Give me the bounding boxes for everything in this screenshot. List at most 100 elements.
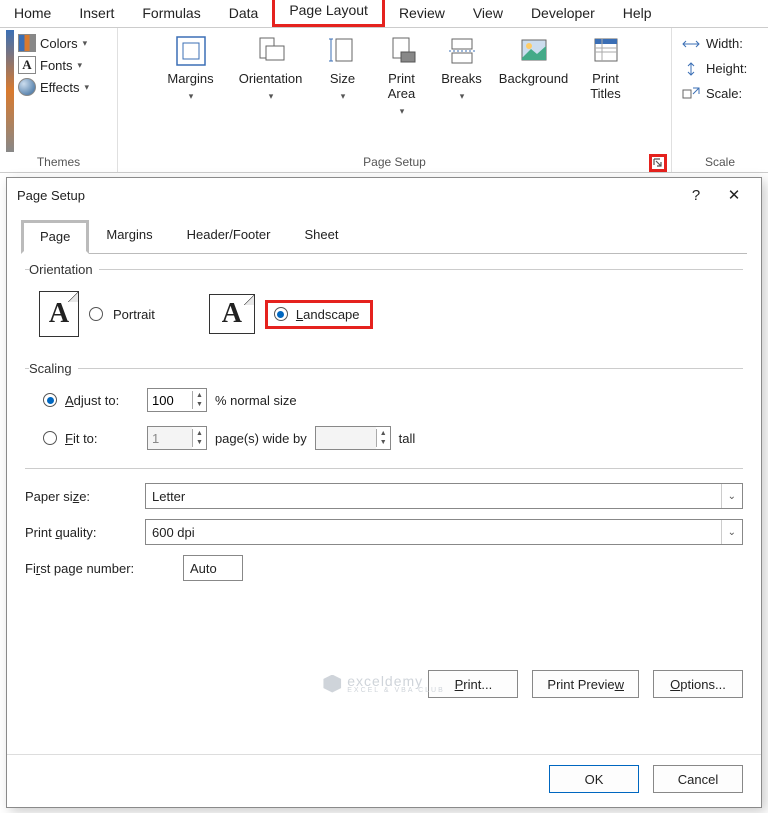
spinner-down-icon[interactable]: ▼ [193,400,206,409]
group-page-setup: Margins▾ Orientation▾ Size▾ Print Area▾ … [118,28,672,172]
chevron-down-icon: ▾ [460,91,465,102]
scaling-legend: Scaling [29,361,78,376]
group-themes: Colors▾ AFonts▾ Effects▾ Themes [0,28,118,172]
print-preview-button[interactable]: Print Preview [532,670,639,698]
fit-wide-spinner[interactable]: ▲▼ [147,426,207,450]
chevron-down-icon: ▾ [83,38,88,49]
scale-height-label: Height: [706,61,747,76]
print-quality-row: Print quality: 600 dpi ⌄ [25,519,743,545]
orientation-section: Orientation A Portrait A Landscape [25,262,743,347]
dialog-launcher-icon [652,157,664,169]
background-icon [517,34,551,68]
chevron-down-icon: ▾ [269,91,274,102]
chevron-down-icon: ▾ [189,91,194,102]
width-icon [682,37,700,51]
margins-icon [174,34,208,68]
breaks-icon [445,34,479,68]
orientation-icon [254,34,288,68]
dialog-tab-header-footer[interactable]: Header/Footer [170,220,288,254]
tab-home[interactable]: Home [0,1,65,27]
tab-review[interactable]: Review [385,1,459,27]
print-area-button[interactable]: Print Area▾ [373,30,431,117]
first-page-label: First page number: [25,561,173,576]
dialog-tab-sheet[interactable]: Sheet [287,220,355,254]
margins-button[interactable]: Margins▾ [155,30,227,102]
print-button[interactable]: Print... [428,670,518,698]
scale-width-row[interactable]: Width: [682,36,747,51]
scaling-section: Scaling Adjust to: ▲▼ % normal size Fit … [25,361,743,454]
adjust-to-radio[interactable] [43,393,57,407]
group-label-scale: Scale [705,155,735,169]
effects-button[interactable]: Effects▾ [18,78,89,96]
options-button[interactable]: Options... [653,670,743,698]
dialog-titlebar[interactable]: Page Setup ? ✕ [7,178,761,212]
landscape-radio[interactable] [274,307,288,321]
tab-data[interactable]: Data [215,1,273,27]
fit-wide-input[interactable] [148,427,192,449]
dialog-tabstrip: Page Margins Header/Footer Sheet [7,212,761,254]
ok-button[interactable]: OK [549,765,639,793]
colors-label: Colors [40,36,78,51]
background-button[interactable]: Background [493,30,575,87]
landscape-label: Landscape [296,307,360,322]
adjust-to-label: Adjust to: [65,393,139,408]
paper-size-select[interactable]: Letter ⌄ [145,483,743,509]
size-button[interactable]: Size▾ [315,30,371,102]
print-quality-value: 600 dpi [152,525,195,540]
fit-to-radio[interactable] [43,431,57,445]
dialog-tab-page[interactable]: Page [21,220,89,254]
print-quality-select[interactable]: 600 dpi ⌄ [145,519,743,545]
fit-tall-input[interactable] [316,427,376,449]
spinner-up-icon[interactable]: ▲ [193,429,206,438]
orientation-legend: Orientation [29,262,99,277]
chevron-down-icon: ▾ [85,82,90,93]
help-button[interactable]: ? [677,187,715,204]
colors-button[interactable]: Colors ▾ [18,34,89,52]
print-titles-button[interactable]: Print Titles [577,30,635,102]
chevron-down-icon: ⌄ [721,520,736,544]
chevron-down-icon: ▾ [400,106,405,117]
scale-height-row[interactable]: Height: [682,61,747,76]
fonts-button[interactable]: A Fonts ▾ [18,56,89,74]
size-label: Size [330,72,355,87]
print-quality-label: Print quality: [25,525,135,540]
close-button[interactable]: ✕ [715,186,753,204]
spinner-down-icon[interactable]: ▼ [193,438,206,447]
first-page-row: First page number: Auto [25,555,743,581]
scale-scale-row[interactable]: Scale: [682,86,747,101]
adjust-to-input[interactable] [148,389,192,411]
spinner-down-icon[interactable]: ▼ [377,438,390,447]
breaks-button[interactable]: Breaks ▾ [433,30,491,102]
cancel-button[interactable]: Cancel [653,765,743,793]
fonts-icon: A [18,56,36,74]
fonts-label: Fonts [40,58,73,73]
page-setup-launcher[interactable] [649,154,667,172]
spinner-up-icon[interactable]: ▲ [193,391,206,400]
first-page-input[interactable]: Auto [183,555,243,581]
tab-page-layout[interactable]: Page Layout [272,0,385,27]
portrait-radio[interactable] [89,307,103,321]
print-titles-label: Print Titles [590,72,621,102]
watermark: exceldemyEXCEL & VBA CLUB [323,673,445,694]
tab-view[interactable]: View [459,1,517,27]
orientation-button[interactable]: Orientation▾ [229,30,313,102]
group-label-themes: Themes [37,155,80,169]
fit-tall-spinner[interactable]: ▲▼ [315,426,391,450]
tab-formulas[interactable]: Formulas [128,1,214,27]
tab-developer[interactable]: Developer [517,1,609,27]
background-label: Background [499,72,568,87]
size-icon [326,34,360,68]
tab-insert[interactable]: Insert [65,1,128,27]
paper-size-label: Paper size: [25,489,135,504]
page-setup-dialog: Page Setup ? ✕ Page Margins Header/Foote… [6,177,762,808]
dialog-tab-margins[interactable]: Margins [89,220,169,254]
chevron-down-icon: ▾ [78,60,83,71]
breaks-label: Breaks [441,72,481,87]
themes-icon[interactable] [6,30,14,152]
spinner-up-icon[interactable]: ▲ [377,429,390,438]
paper-size-row: Paper size: Letter ⌄ [25,483,743,509]
tab-help[interactable]: Help [609,1,666,27]
adjust-to-spinner[interactable]: ▲▼ [147,388,207,412]
ribbon-body: Colors▾ AFonts▾ Effects▾ Themes Margins▾… [0,28,768,173]
fit-to-label: Fit to: [65,431,139,446]
